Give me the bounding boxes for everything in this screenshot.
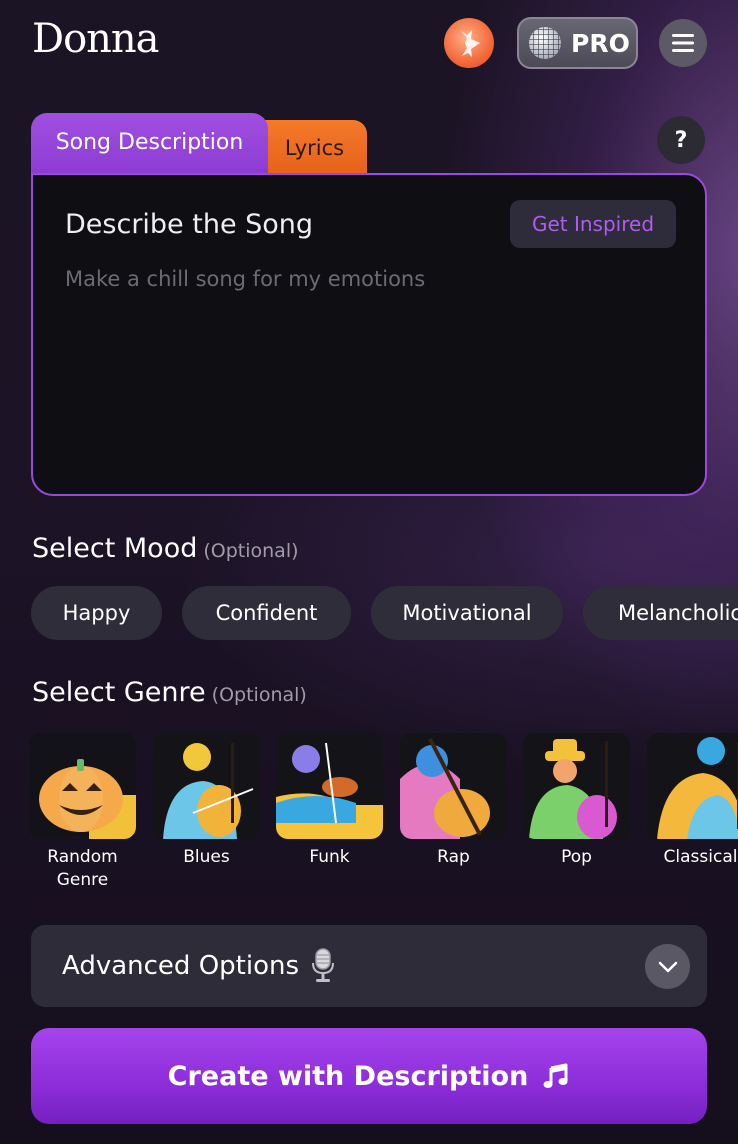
chevron-down-icon (658, 961, 677, 972)
mood-optional-label: (Optional) (203, 540, 299, 562)
mood-chip-confident[interactable]: Confident (182, 586, 351, 640)
genre-label: Funk (309, 847, 350, 867)
classical-cellist-illustration (647, 733, 738, 839)
mood-chip-melancholic[interactable]: Melancholic (583, 586, 738, 640)
expand-advanced-button[interactable] (645, 944, 690, 989)
mood-chip-motivational[interactable]: Motivational (371, 586, 563, 640)
genre-label: Rap (437, 847, 470, 867)
blues-cellist-illustration (153, 733, 260, 839)
genre-label: Blues (183, 847, 230, 867)
select-mood-heading: Select Mood (Optional) (32, 533, 299, 564)
genre-tile-pop[interactable]: Pop (523, 733, 630, 869)
select-genre-heading: Select Genre (Optional) (32, 677, 307, 708)
menu-button[interactable] (659, 19, 707, 67)
disco-ball-icon (529, 27, 561, 59)
genre-tile-rap[interactable]: Rap (400, 733, 507, 869)
music-note-icon (543, 1063, 568, 1088)
pro-button[interactable]: PRO (517, 17, 638, 69)
song-description-card: Describe the Song Get Inspired (31, 173, 707, 496)
app-logo: Donna (32, 16, 160, 62)
hamburger-menu-icon (672, 34, 694, 52)
create-with-description-button[interactable]: Create with Description (31, 1028, 707, 1124)
mood-chip-happy[interactable]: Happy (31, 586, 162, 640)
pumpkin-illustration (29, 733, 136, 839)
genre-label: Classical (663, 847, 738, 867)
rap-bassist-illustration (400, 733, 507, 839)
genre-optional-label: (Optional) (211, 684, 307, 706)
genre-label: Pop (561, 847, 592, 867)
select-mood-title: Select Mood (32, 533, 198, 564)
get-inspired-button[interactable]: Get Inspired (510, 200, 676, 248)
app-header: Donna PRO (0, 0, 738, 90)
genre-tile-blues[interactable]: Blues (153, 733, 260, 869)
microphone-icon (312, 948, 334, 982)
create-button-label: Create with Description (167, 1060, 529, 1092)
genre-tile-funk[interactable]: Funk (276, 733, 383, 869)
pop-cellist-illustration (523, 733, 630, 839)
profile-avatar-icon (461, 30, 480, 57)
advanced-options-panel[interactable]: Advanced Options (31, 925, 707, 1007)
funk-violinist-illustration (276, 733, 383, 839)
genre-tile-classical[interactable]: Classical (647, 733, 738, 869)
describe-song-title: Describe the Song (65, 209, 314, 240)
select-genre-title: Select Genre (32, 677, 206, 708)
pro-label: PRO (571, 28, 630, 58)
help-button[interactable]: ? (657, 116, 705, 164)
tab-song-description[interactable]: Song Description (31, 113, 268, 177)
profile-avatar-button[interactable] (444, 18, 494, 68)
advanced-options-label: Advanced Options (62, 951, 300, 981)
genre-label: Random Genre (47, 847, 118, 890)
tab-lyrics[interactable]: Lyrics (262, 120, 367, 176)
song-description-input[interactable] (65, 267, 675, 467)
genre-tile-random[interactable]: Random Genre (29, 733, 136, 892)
